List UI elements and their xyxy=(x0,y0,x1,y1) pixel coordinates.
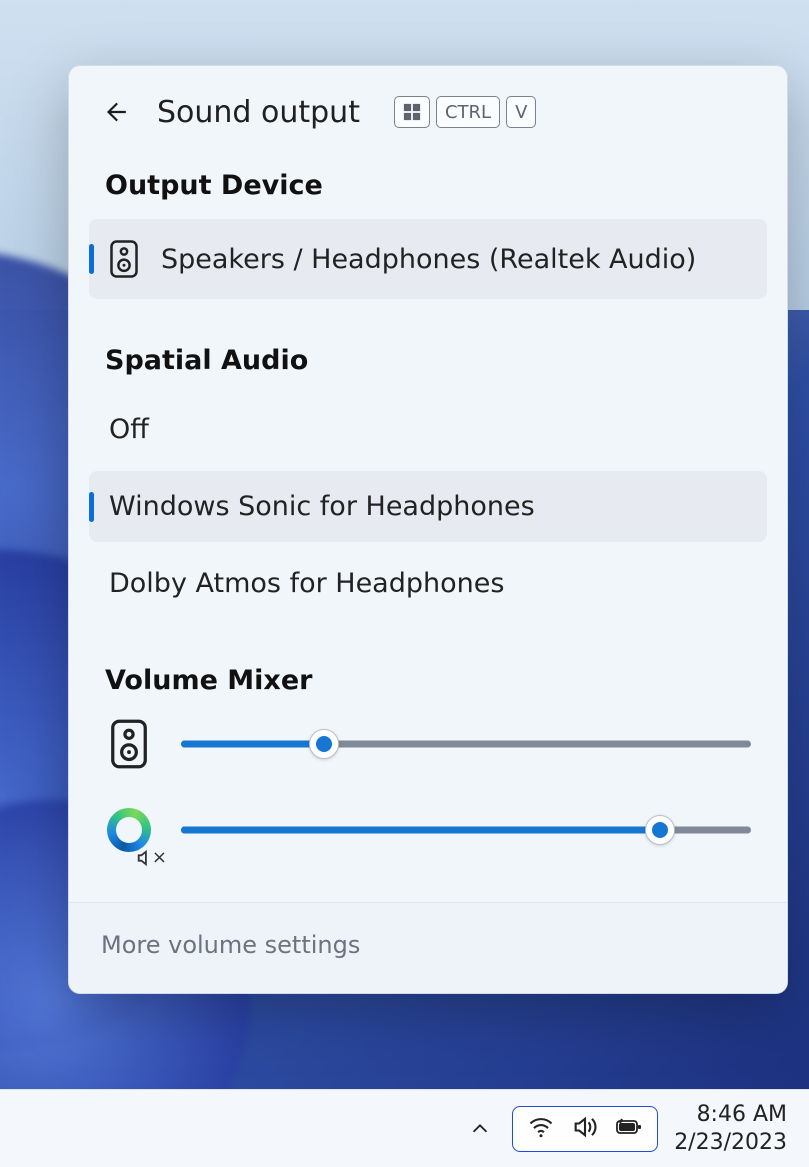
output-device-heading: Output Device xyxy=(69,130,787,213)
battery-icon xyxy=(615,1113,643,1145)
spatial-option-label: Dolby Atmos for Headphones xyxy=(109,568,504,599)
back-button[interactable] xyxy=(97,94,133,130)
spatial-audio-option-sonic[interactable]: Windows Sonic for Headphones xyxy=(89,471,767,542)
output-device-label: Speakers / Headphones (Realtek Audio) xyxy=(161,244,696,275)
volume-row-edge: × xyxy=(69,798,787,862)
system-tray[interactable] xyxy=(512,1106,658,1152)
flyout-header: Sound output CTRL V xyxy=(69,66,787,130)
taskbar: 8:46 AM 2/23/2023 xyxy=(0,1089,809,1167)
spatial-option-label: Windows Sonic for Headphones xyxy=(109,491,535,522)
edge-volume-slider[interactable] xyxy=(181,818,751,842)
volume-mixer-block: × xyxy=(69,708,787,902)
v-key: V xyxy=(506,96,536,128)
wifi-icon xyxy=(527,1113,555,1145)
spatial-audio-heading: Spatial Audio xyxy=(69,305,787,388)
system-volume-slider[interactable] xyxy=(181,732,751,756)
muted-icon: × xyxy=(136,847,167,868)
more-volume-settings-link[interactable]: More volume settings xyxy=(69,902,787,993)
tray-overflow-button[interactable] xyxy=(458,1107,502,1151)
ctrl-key: CTRL xyxy=(436,96,500,128)
spatial-option-label: Off xyxy=(109,414,149,445)
volume-icon xyxy=(571,1113,599,1145)
volume-row-system xyxy=(69,708,787,780)
keyboard-shortcut: CTRL V xyxy=(394,96,536,128)
taskbar-clock[interactable]: 8:46 AM 2/23/2023 xyxy=(668,1099,793,1158)
spatial-audio-option-off[interactable]: Off xyxy=(89,394,767,465)
flyout-title: Sound output xyxy=(157,95,360,130)
system-speaker-icon[interactable] xyxy=(105,718,153,770)
speaker-icon xyxy=(109,239,139,279)
win-key-icon xyxy=(394,96,430,128)
more-settings-label: More volume settings xyxy=(101,931,360,959)
clock-time: 8:46 AM xyxy=(674,1101,787,1129)
volume-mixer-heading: Volume Mixer xyxy=(69,625,787,708)
output-device-item[interactable]: Speakers / Headphones (Realtek Audio) xyxy=(89,219,767,299)
edge-app-icon[interactable]: × xyxy=(105,808,153,852)
clock-date: 2/23/2023 xyxy=(674,1129,787,1157)
sound-output-flyout: Sound output CTRL V Output Device Speake… xyxy=(68,65,788,994)
spatial-audio-option-dolby[interactable]: Dolby Atmos for Headphones xyxy=(89,548,767,619)
